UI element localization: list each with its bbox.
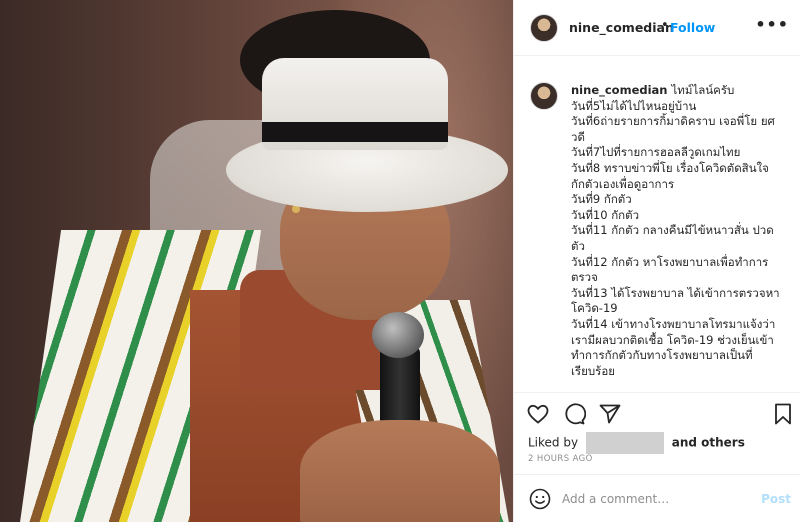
caption-line: วันที่8 ทราบข่าวพี่โย เรื่องโควิดตัดสินใ…: [571, 160, 769, 175]
photo-microphone-head: [372, 312, 424, 358]
caption-line: โควิด-19: [571, 301, 618, 316]
caption-line: ตัว: [571, 238, 585, 253]
caption-username[interactable]: nine_comedian: [571, 83, 668, 97]
caption-line: วันที่14 เข้าทางโรงพยาบาลโทรมาแจ้งว่า: [571, 316, 776, 331]
photo-hat-band: [262, 122, 448, 142]
caption-line: วันที่10 กักตัว: [571, 207, 640, 222]
post-actions: [514, 392, 800, 432]
post-caption: nine_comedian ไทม์ไลน์ครับ วันที่5ไม่ได้ไ…: [514, 56, 800, 392]
post-header: nine_comedian • Follow •••: [514, 0, 800, 56]
avatar[interactable]: [530, 14, 558, 42]
photo-hands: [300, 420, 500, 522]
share-icon[interactable]: [598, 402, 622, 426]
caption-line: วันที่12 กักตัว หาโรงพยาบาลเพื่อทำการ: [571, 254, 769, 269]
liked-by-label: Liked by: [528, 435, 579, 450]
comment-icon[interactable]: [562, 402, 586, 426]
caption-line: กักตัวเองเพื่อดูอาการ: [571, 176, 675, 191]
post-photo[interactable]: [0, 0, 513, 522]
likes-line: Liked by and others: [528, 432, 745, 454]
caption-line: ตรวจ: [571, 270, 598, 285]
header-username[interactable]: nine_comedian: [569, 20, 674, 35]
caption-line: วดี: [571, 129, 585, 144]
caption-text: nine_comedian ไทม์ไลน์ครับ วันที่5ไม่ได้ไ…: [571, 83, 793, 379]
heart-icon[interactable]: [526, 402, 550, 426]
bookmark-icon[interactable]: [771, 402, 795, 426]
caption-line: ไทม์ไลน์ครับ: [671, 83, 735, 97]
caption-line: วันที่6ถ่ายรายการกิ้มาดิคราบ เจอพี่โย ยศ: [571, 114, 775, 129]
caption-line: วันที่13 ได้โรงพยาบาล ได้เข้าการตรวจหา: [571, 285, 780, 300]
caption-line: วันที่11 กักตัว กลางคืนมีไข้หนาวสั่น ปวด: [571, 223, 774, 238]
caption-line: เรียบร้อย: [571, 363, 615, 378]
header-separator: •: [661, 18, 669, 33]
post-comment-button[interactable]: Post: [761, 492, 791, 506]
others-link[interactable]: and others: [672, 436, 745, 450]
emoji-icon[interactable]: [528, 487, 552, 511]
liked-by-user-placeholder[interactable]: [585, 432, 664, 454]
caption-line: ทำการกักตัวกับทางโรงพยาบาลเป็นที่: [571, 348, 753, 363]
caption-line: วันที่9 กักตัว: [571, 192, 632, 207]
follow-button[interactable]: Follow: [670, 20, 715, 35]
more-options-icon[interactable]: •••: [755, 15, 789, 34]
caption-line: วันที่7ไปที่รายการฮอลลีวูดเกมไทย: [571, 145, 741, 160]
comment-input[interactable]: Add a comment…: [562, 492, 669, 506]
post-side-panel: nine_comedian • Follow ••• nine_comedian…: [513, 0, 800, 522]
caption-line: เรามีผลบวกติดเชื้อ โควิด-19 ช่วงเย็นเข้า: [571, 332, 774, 347]
caption-avatar[interactable]: [530, 82, 558, 110]
comment-bar: Add a comment… Post: [514, 474, 800, 522]
caption-line: วันที่5ไม่ได้ไปไหนอยู่บ้าน: [571, 98, 697, 113]
post-timestamp[interactable]: 2 HOURS AGO: [528, 454, 593, 464]
